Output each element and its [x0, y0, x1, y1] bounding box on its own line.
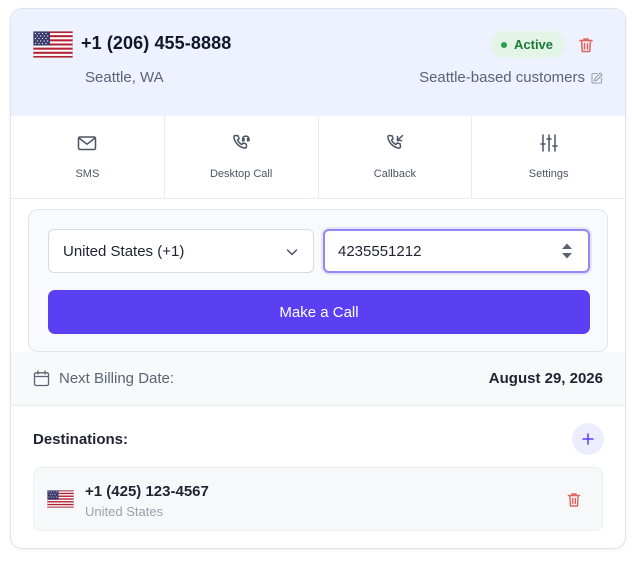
status-badge: Active: [491, 31, 566, 58]
country-select[interactable]: United States (+1): [48, 229, 314, 273]
delete-number-trash-icon[interactable]: [577, 36, 595, 54]
destination-item: +1 (425) 123-4567 United States: [33, 467, 603, 531]
status-label: Active: [514, 37, 554, 52]
envelope-icon: [78, 136, 97, 151]
number-location: Seattle, WA: [85, 69, 164, 86]
sliders-icon: [539, 134, 558, 152]
phone-incoming-icon: [387, 134, 404, 149]
sms-action[interactable]: SMS: [11, 116, 165, 198]
desktop-call-label: Desktop Call: [209, 168, 273, 180]
phone-number-card: +1 (206) 455-8888 Seattle, WA Active Sea…: [10, 8, 626, 549]
calendar-icon: [33, 370, 50, 387]
note-text: Seattle-based customers: [419, 69, 585, 86]
call-form: United States (+1) Make a Call: [28, 209, 608, 352]
phone-number-title: +1 (206) 455-8888: [81, 33, 232, 53]
status-dot-icon: [501, 41, 507, 48]
billing-date: August 29, 2026: [488, 370, 603, 387]
billing-row: Next Billing Date: August 29, 2026: [11, 352, 625, 406]
make-call-button[interactable]: Make a Call: [48, 290, 590, 334]
plus-icon: [582, 433, 594, 445]
number-stepper-icon[interactable]: [561, 242, 573, 260]
add-destination-button[interactable]: [572, 423, 604, 455]
number-note: Seattle-based customers: [419, 69, 603, 86]
edit-icon[interactable]: [591, 71, 603, 84]
us-flag-icon: [33, 31, 73, 58]
callback-label: Callback: [373, 168, 416, 180]
action-bar: SMS Desktop Call Callback Settings: [11, 116, 625, 199]
phone-number-input[interactable]: [323, 229, 590, 273]
number-header: +1 (206) 455-8888 Seattle, WA Active Sea…: [11, 9, 625, 116]
phone-headset-icon: [233, 134, 250, 149]
settings-action[interactable]: Settings: [472, 116, 625, 198]
desktop-call-action[interactable]: Desktop Call: [165, 116, 319, 198]
us-flag-icon: [47, 490, 74, 508]
billing-label: Next Billing Date:: [59, 370, 175, 387]
destinations-title: Destinations:: [33, 431, 129, 448]
chevron-down-icon: [286, 249, 298, 256]
destination-number: +1 (425) 123-4567: [85, 483, 209, 500]
settings-label: Settings: [528, 168, 569, 180]
destination-country: United States: [85, 504, 164, 519]
country-select-value: United States (+1): [63, 242, 185, 260]
callback-action[interactable]: Callback: [319, 116, 473, 198]
sms-label: SMS: [75, 168, 100, 180]
delete-destination-trash-icon[interactable]: [567, 492, 581, 508]
